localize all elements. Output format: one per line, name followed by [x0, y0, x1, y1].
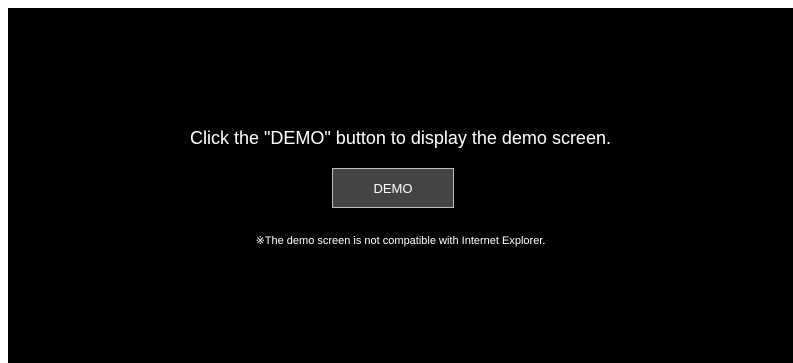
demo-content: Click the "DEMO" button to display the d… — [8, 8, 793, 363]
instruction-message: Click the "DEMO" button to display the d… — [190, 128, 611, 148]
compatibility-note: ※The demo screen is not compatible with … — [255, 235, 546, 247]
demo-button[interactable]: DEMO — [332, 168, 454, 208]
demo-panel: Click the "DEMO" button to display the d… — [8, 8, 793, 363]
